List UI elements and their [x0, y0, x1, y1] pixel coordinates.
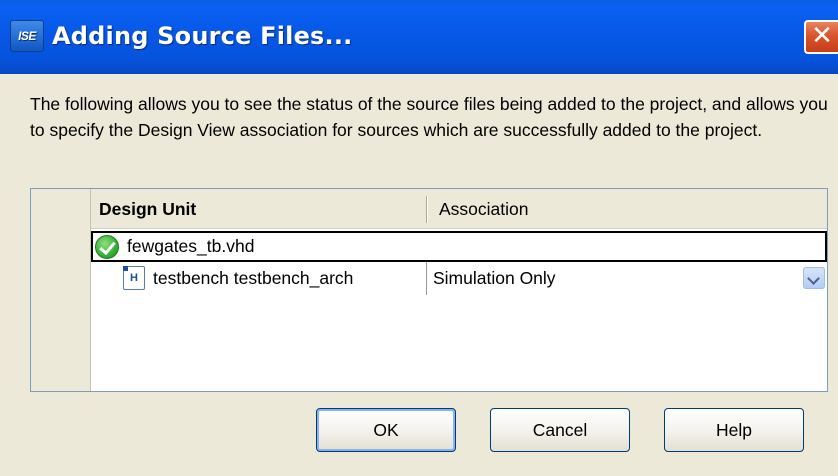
- help-button[interactable]: Help: [664, 408, 804, 452]
- success-check-icon: [95, 235, 119, 259]
- design-unit-row[interactable]: H testbench testbench_arch Simulation On…: [91, 262, 827, 295]
- association-select[interactable]: Simulation Only: [426, 262, 827, 295]
- file-row[interactable]: fewgates_tb.vhd: [91, 231, 827, 262]
- cancel-button[interactable]: Cancel: [490, 408, 630, 452]
- ok-button[interactable]: OK: [316, 408, 456, 452]
- row-header-gutter: [31, 189, 91, 391]
- file-name: fewgates_tb.vhd: [127, 236, 255, 256]
- chevron-down-icon[interactable]: [803, 267, 825, 289]
- ise-app-icon: ISE: [10, 20, 44, 52]
- association-value: Simulation Only: [433, 268, 556, 288]
- column-header-association[interactable]: Association: [439, 189, 529, 229]
- title-bar[interactable]: ISE Adding Source Files... ✕: [0, 0, 838, 74]
- vhdl-file-icon: H: [123, 266, 145, 290]
- column-divider[interactable]: [426, 196, 428, 223]
- grid-header: Design Unit Association: [91, 189, 827, 229]
- close-button[interactable]: ✕: [804, 20, 838, 54]
- source-files-grid: Design Unit Association fewgates_tb.vhd …: [30, 188, 828, 392]
- column-header-design-unit[interactable]: Design Unit: [99, 189, 196, 229]
- design-unit-name: testbench testbench_arch: [153, 268, 354, 288]
- description-text: The following allows you to see the stat…: [30, 94, 828, 140]
- dialog-title: Adding Source Files...: [52, 22, 353, 50]
